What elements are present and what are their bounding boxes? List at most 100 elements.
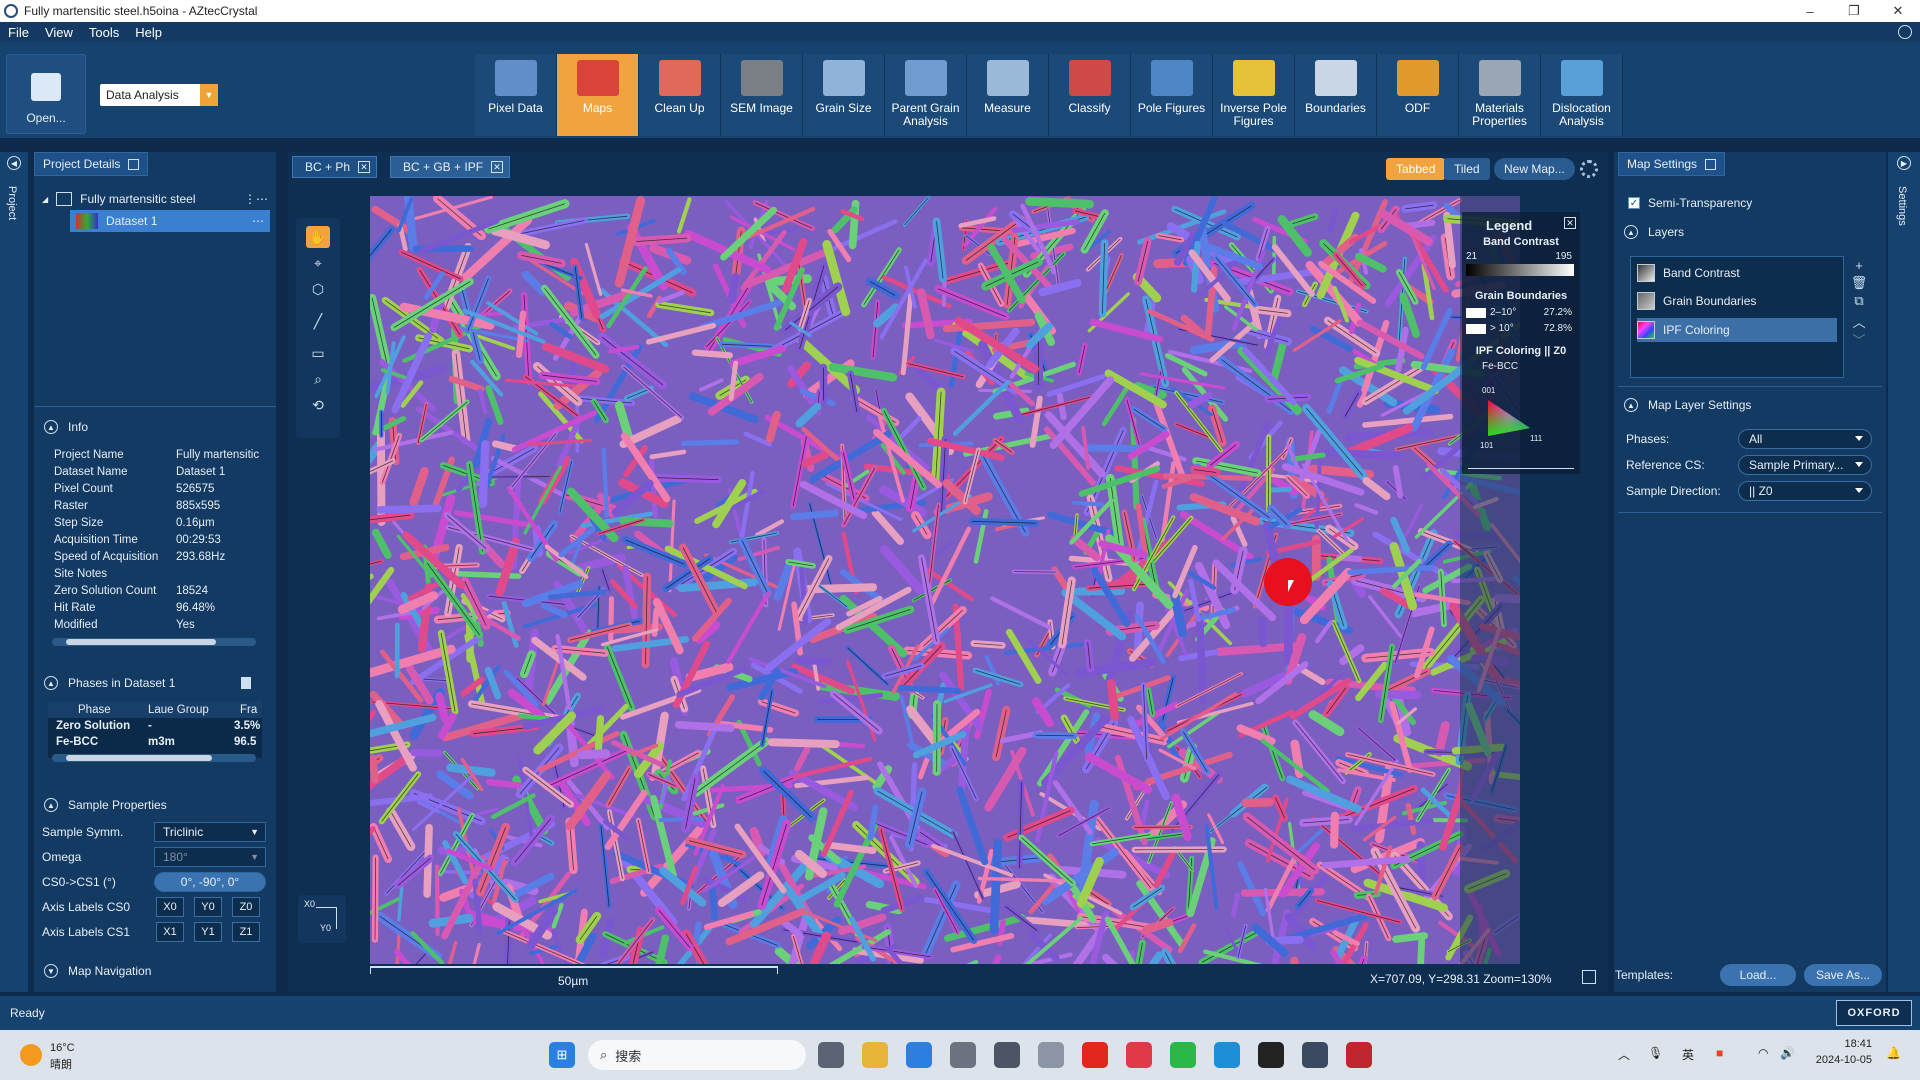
close-icon[interactable]: ✕ (1564, 217, 1576, 229)
expand-icon[interactable]: ◢ (42, 195, 48, 204)
scrollbar-thumb[interactable] (66, 755, 212, 761)
file-explorer-icon[interactable] (862, 1042, 888, 1068)
view-tabbed-button[interactable]: Tabbed (1386, 158, 1446, 180)
calculator-icon[interactable] (1038, 1042, 1064, 1068)
sample-symm-dropdown[interactable]: Triclinic ▼ (154, 822, 266, 842)
rect-select-icon[interactable]: ▭ (306, 342, 330, 364)
app-tray-icon[interactable]: ■ (1716, 1046, 1723, 1060)
axis-cs0-z[interactable]: Z0 (232, 897, 260, 917)
map-nav-section-header[interactable]: ▼ Map Navigation (44, 964, 151, 978)
tool-boundaries[interactable]: Boundaries (1295, 54, 1377, 136)
gear-icon[interactable] (1580, 160, 1598, 178)
tool-odf[interactable]: ODF (1377, 54, 1459, 136)
layers-section-header[interactable]: ▲ Layers (1624, 225, 1684, 239)
phases-section-header[interactable]: ▲ Phases in Dataset 1 (44, 676, 252, 690)
delete-layer-icon[interactable]: 🗑 (1851, 275, 1868, 290)
layer-ipf-coloring[interactable]: IPF Coloring (1637, 318, 1837, 342)
tool-inverse-pole[interactable]: Inverse Pole Figures (1213, 54, 1295, 136)
start-windows-icon[interactable]: ⊞ (549, 1042, 575, 1068)
app-red-icon[interactable] (1082, 1042, 1108, 1068)
sample-direction-dropdown[interactable]: || Z0 (1738, 481, 1872, 501)
table-row[interactable]: Zero Solution - 3.5% (48, 718, 262, 734)
crosshair-icon[interactable]: ⌖ (306, 252, 330, 274)
axis-cs0-y[interactable]: Y0 (194, 897, 222, 917)
more-icon[interactable]: ⋯ (252, 214, 264, 228)
axis-cs1-y[interactable]: Y1 (194, 922, 222, 942)
tab-bc-ph[interactable]: BC + Ph ✕ (292, 156, 378, 178)
collapse-up-icon[interactable]: ▲ (1624, 225, 1638, 239)
clock-time[interactable]: 18:41 (1816, 1038, 1872, 1050)
help-icon[interactable] (1898, 25, 1912, 39)
phases-scrollbar[interactable] (52, 754, 256, 762)
zoom-reset-icon[interactable]: ⟲ (306, 394, 330, 416)
taskbar-search[interactable]: ⌕ 搜索 (588, 1040, 806, 1070)
collapse-up-icon[interactable]: ▲ (44, 676, 58, 690)
wifi-icon[interactable]: ◠ (1758, 1046, 1768, 1060)
mode-dropdown[interactable]: Data Analysis ▼ (100, 84, 218, 106)
menu-view[interactable]: View (37, 25, 81, 40)
menu-file[interactable]: File (0, 25, 37, 40)
microphone-icon[interactable]: 🎙 (1648, 1046, 1663, 1060)
expand-down-icon[interactable]: ▼ (44, 964, 58, 978)
close-icon[interactable]: ✕ (491, 161, 504, 173)
settings-app-icon[interactable] (950, 1042, 976, 1068)
collapse-up-icon[interactable]: ▲ (44, 420, 58, 434)
pop-out-icon[interactable] (1705, 158, 1717, 170)
save-template-button[interactable]: Save As... (1804, 964, 1882, 986)
layer-band-contrast[interactable]: Band Contrast (1637, 261, 1837, 285)
move-up-icon[interactable]: ︿ (1852, 314, 1866, 330)
menu-tools[interactable]: Tools (81, 25, 127, 40)
qq-icon[interactable] (1258, 1042, 1284, 1068)
tree-dataset-node[interactable]: Dataset 1 ⋯ (70, 210, 270, 232)
open-button[interactable]: Open... (6, 54, 86, 134)
line-profile-icon[interactable]: ╱ (306, 310, 330, 332)
collapse-right-icon[interactable]: ▶ (1897, 156, 1911, 170)
aztec-crystal-icon[interactable] (1302, 1042, 1328, 1068)
settings-strip-label[interactable]: Settings (1896, 186, 1908, 226)
semi-transparency-checkbox[interactable]: ✓ (1628, 197, 1640, 209)
tool-pole-figures[interactable]: Pole Figures (1131, 54, 1213, 136)
tool-sem-image[interactable]: SEM Image (721, 54, 803, 136)
axis-cs1-x[interactable]: X1 (156, 922, 184, 942)
tool-pixel-data[interactable]: Pixel Data (475, 54, 557, 136)
collapse-left-icon[interactable]: ◀ (7, 156, 21, 170)
tool-maps[interactable]: Maps (557, 54, 639, 136)
zoom-region-icon[interactable]: ⌕ (306, 368, 330, 390)
info-section-header[interactable]: ▲ Info (44, 420, 88, 434)
cs-rotation-button[interactable]: 0°, -90°, 0° (154, 872, 266, 892)
tray-chevron-icon[interactable]: ︿ (1618, 1046, 1630, 1063)
layer-grain-boundaries[interactable]: Grain Boundaries (1637, 289, 1837, 313)
volume-icon[interactable]: 🔊 (1780, 1046, 1795, 1060)
sample-section-header[interactable]: ▲ Sample Properties (44, 798, 167, 812)
tool-parent-grain[interactable]: Parent Grain Analysis (885, 54, 967, 136)
ime-indicator[interactable]: 英 (1682, 1046, 1694, 1063)
collapse-up-icon[interactable]: ▲ (1624, 398, 1638, 412)
tree-project-node[interactable]: ◢ Fully martensitic steel ⋮⋯ (34, 188, 276, 210)
wechat-icon[interactable] (1170, 1042, 1196, 1068)
tool-materials[interactable]: Materials Properties (1459, 54, 1541, 136)
edge-browser-icon[interactable] (1214, 1042, 1240, 1068)
view-tiled-button[interactable]: Tiled (1444, 158, 1490, 180)
more-icon[interactable]: ⋮⋯ (244, 192, 268, 206)
maximize-button[interactable]: ❐ (1832, 0, 1876, 22)
tool-dislocation[interactable]: Dislocation Analysis (1541, 54, 1623, 136)
axis-cs1-z[interactable]: Z1 (232, 922, 260, 942)
clock-date[interactable]: 2024-10-05 (1808, 1054, 1872, 1066)
music-app-icon[interactable] (1126, 1042, 1152, 1068)
map-layer-settings-header[interactable]: ▲ Map Layer Settings (1624, 398, 1751, 412)
tool-classify[interactable]: Classify (1049, 54, 1131, 136)
calendar-app-icon[interactable] (906, 1042, 932, 1068)
scrollbar-thumb[interactable] (66, 639, 216, 645)
ebsd-map-image[interactable] (370, 196, 1520, 964)
reference-cs-dropdown[interactable]: Sample Primary... (1738, 455, 1872, 475)
info-scrollbar[interactable] (52, 638, 256, 646)
menu-help[interactable]: Help (127, 25, 170, 40)
duplicate-layer-icon[interactable]: ⧉ (1852, 293, 1866, 308)
phases-dropdown[interactable]: All (1738, 429, 1872, 449)
tab-project-details[interactable]: Project Details (34, 152, 149, 176)
tab-bc-gb-ipf[interactable]: BC + GB + IPF ✕ (390, 156, 511, 178)
tool-measure[interactable]: Measure (967, 54, 1049, 136)
tab-map-settings[interactable]: Map Settings (1618, 152, 1726, 176)
axis-cs0-x[interactable]: X0 (156, 897, 184, 917)
weather-icon[interactable] (20, 1044, 42, 1066)
